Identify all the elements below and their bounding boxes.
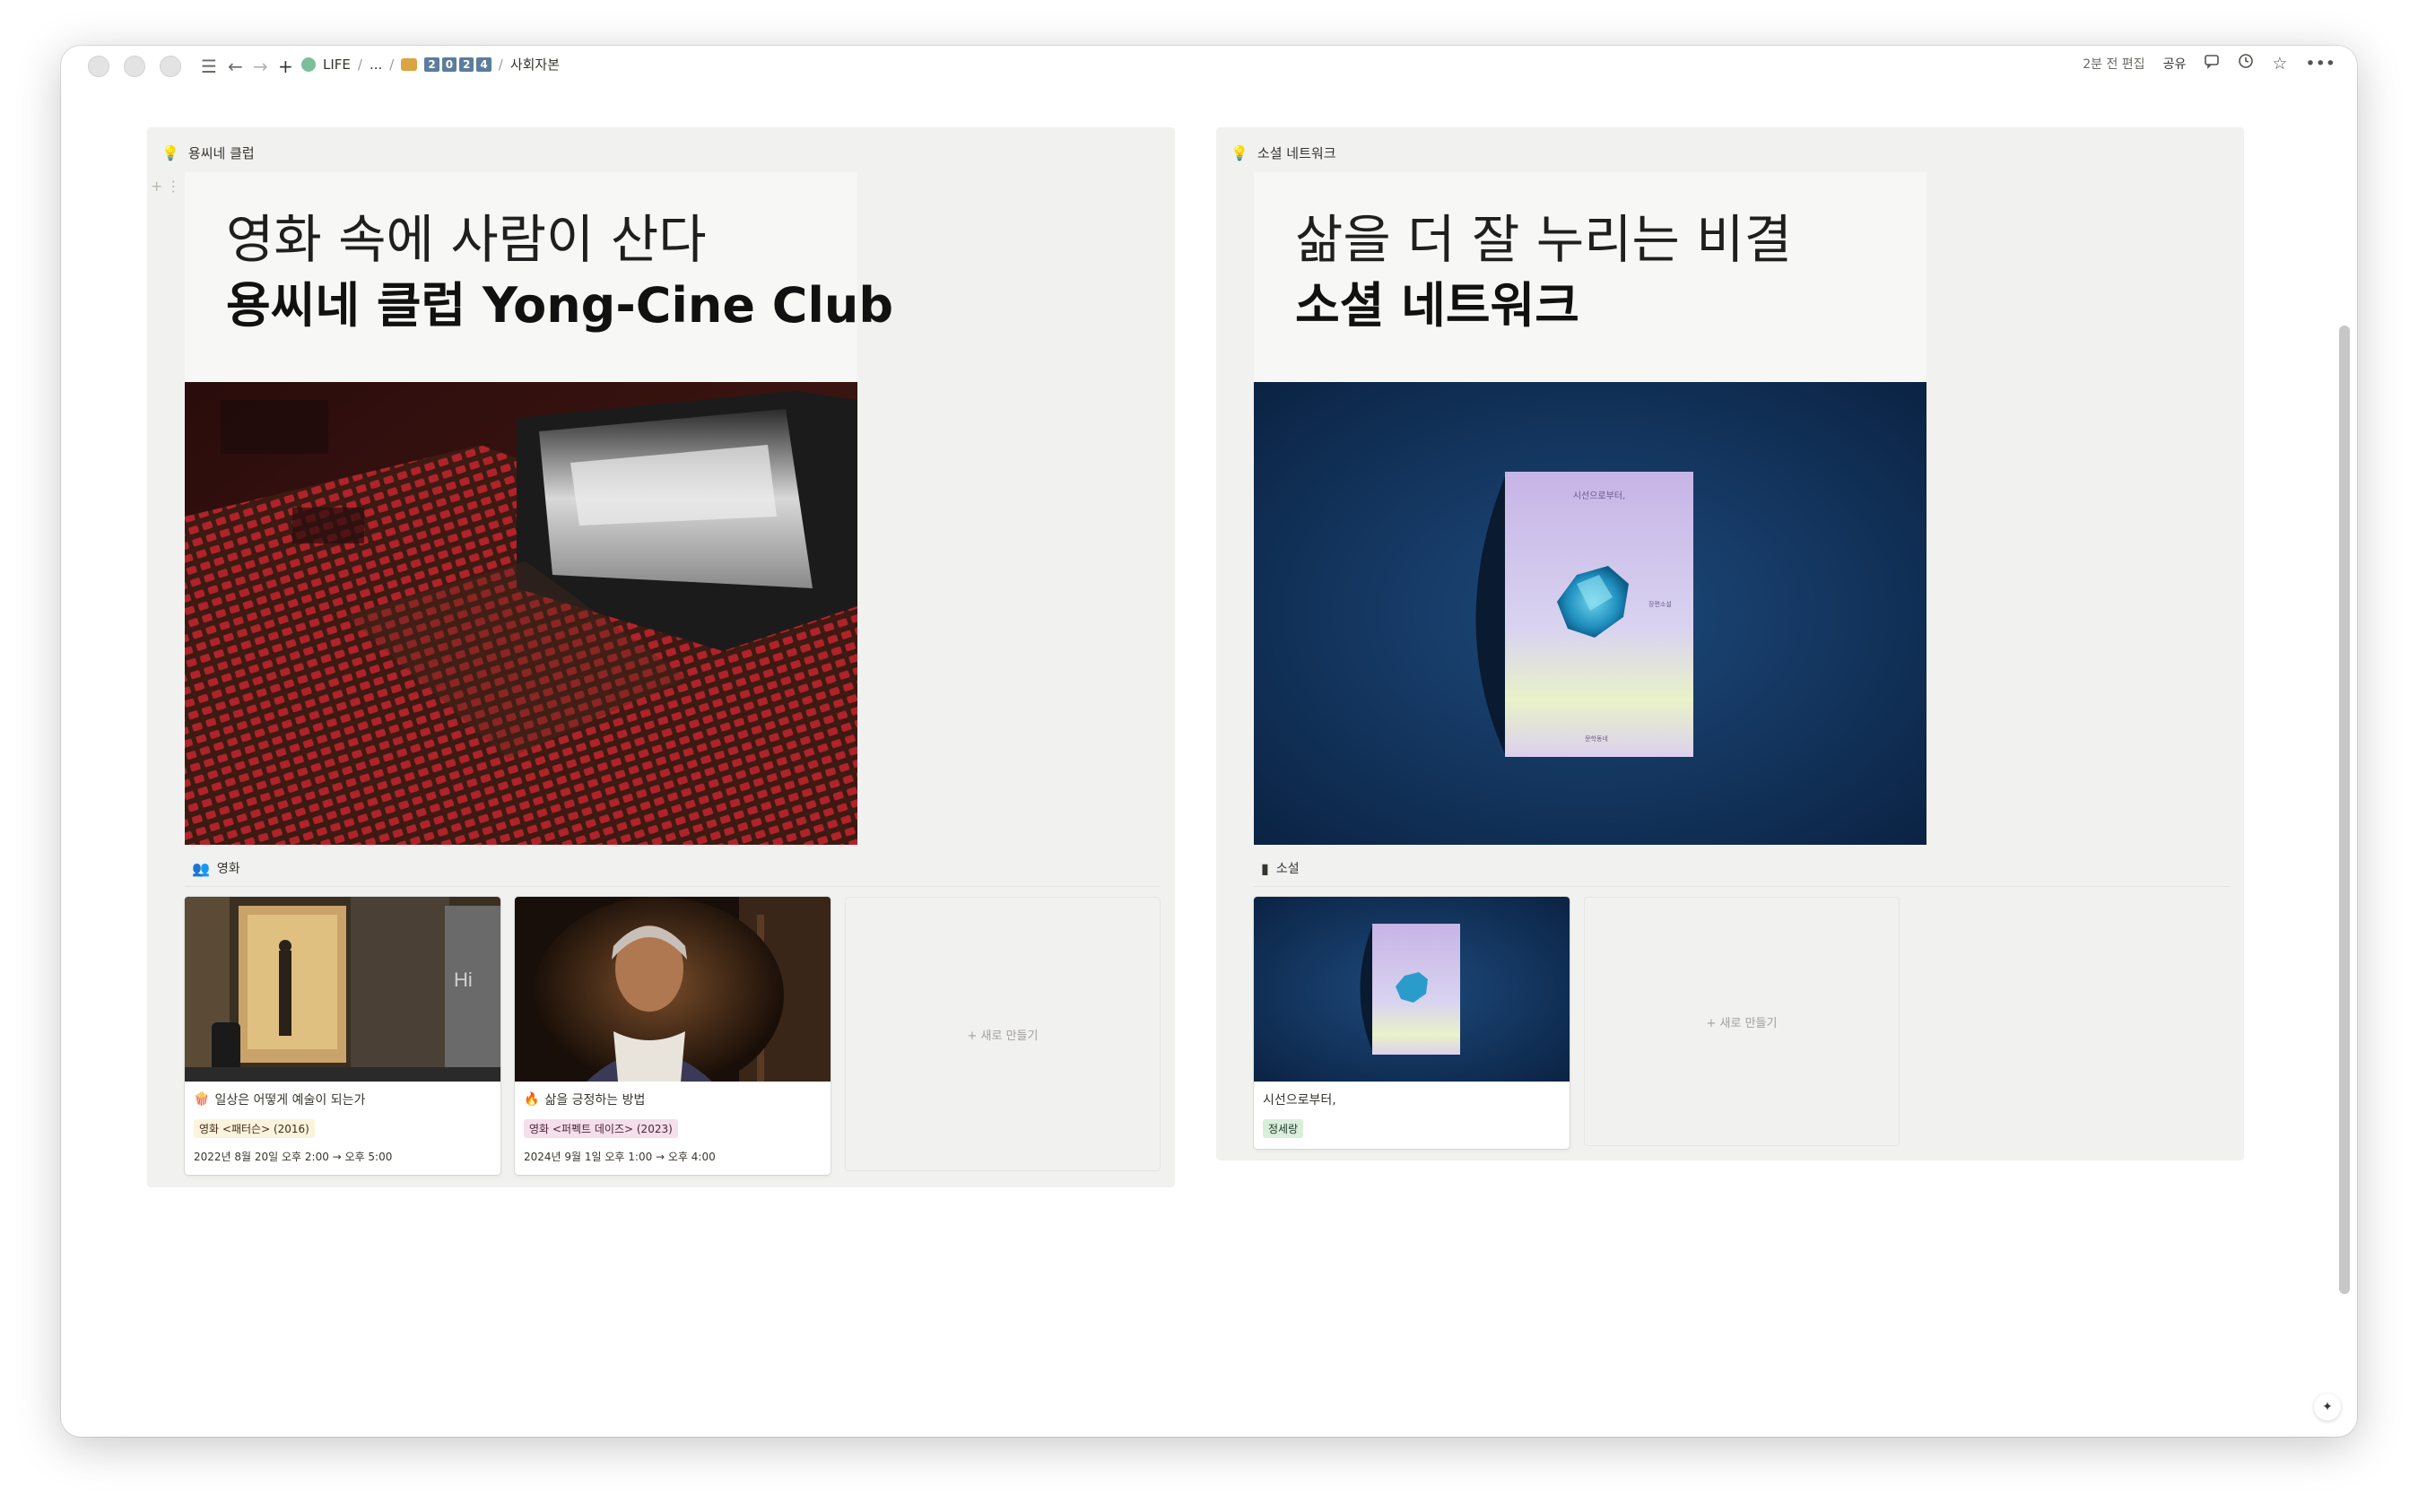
- app-window: ☰ ← → + LIFE / ... / 2 0 2 4 / 사회자본 2분 전…: [61, 46, 2357, 1437]
- breadcrumb-ellipsis[interactable]: ...: [370, 56, 382, 73]
- gallery-view-label[interactable]: ▮ 소설: [1261, 859, 1300, 877]
- more-icon[interactable]: •••: [2305, 54, 2335, 74]
- comment-icon[interactable]: [2204, 53, 2220, 74]
- divider: [1254, 886, 2230, 887]
- bulb-icon: 💡: [161, 144, 179, 161]
- card-title-text: 삶을 긍정하는 방법: [544, 1093, 646, 1108]
- menu-icon[interactable]: ☰: [201, 54, 217, 79]
- breadcrumb-life[interactable]: LIFE: [323, 56, 351, 73]
- book-icon: ▮: [1261, 859, 1269, 877]
- top-bar: ☰ ← → + LIFE / ... / 2 0 2 4 / 사회자본 2분 전…: [61, 46, 2357, 87]
- gallery-card[interactable]: Hi 🍿 일상은 어떻게 예술이 되는가 영화 <패터슨> (2016) 202…: [185, 897, 500, 1175]
- window-close-button[interactable]: [88, 56, 109, 77]
- gallery-view-name: 영화: [216, 862, 240, 876]
- card-cover-image: [1254, 897, 1570, 1082]
- life-page-icon: [301, 56, 316, 72]
- svg-text:문학동네: 문학동네: [1585, 734, 1608, 743]
- gallery-card[interactable]: 🔥 삶을 긍정하는 방법 영화 <퍼펙트 데이즈> (2023) 2024년 9…: [515, 897, 831, 1175]
- card-date: 2024년 9월 1일 오후 1:00 → 오후 4:00: [524, 1151, 716, 1163]
- card-tag: 영화 <퍼펙트 데이즈> (2023): [524, 1119, 678, 1138]
- card-cover-image: Hi: [185, 897, 500, 1082]
- hero-title: 소셜 네트워크: [1295, 277, 1579, 334]
- star-icon[interactable]: ☆: [2272, 54, 2287, 74]
- card-title: 🍿 일상은 어떻게 예술이 되는가: [194, 1091, 491, 1108]
- callout-yong-cine-club: 💡 용씨네 클럽 +⋮⋮ 영화 속에 사람이 산다 용씨네 클럽 Yong-Ci…: [147, 127, 1175, 1187]
- window-minimize-button[interactable]: [124, 56, 145, 77]
- scrollbar[interactable]: [2339, 326, 2350, 1294]
- new-card-button[interactable]: + 새로 만들기: [1584, 897, 1900, 1146]
- sparkle-icon[interactable]: ✦: [2314, 1394, 2341, 1421]
- callout-title-text: 용씨네 클럽: [187, 145, 255, 161]
- share-button[interactable]: 공유: [2163, 55, 2187, 73]
- year-digit: 2: [424, 56, 439, 72]
- forward-arrow-icon[interactable]: →: [253, 54, 268, 79]
- callout-social-network: 💡 소셜 네트워크 삶을 더 잘 누리는 비결 소셜 네트워크 시선으로부터, …: [1216, 127, 2244, 1160]
- top-right-actions: 2분 전 편집 공유 ☆ •••: [2083, 53, 2335, 74]
- breadcrumb-separator: /: [389, 56, 395, 73]
- breadcrumb-2024[interactable]: 2 0 2 4: [424, 56, 491, 72]
- card-title: 시선으로부터,: [1263, 1093, 1336, 1108]
- card-body: 시선으로부터, 정세랑: [1254, 1082, 1570, 1149]
- plus-icon[interactable]: +: [278, 54, 293, 79]
- hero-text-block: 삶을 더 잘 누리는 비결 소셜 네트워크: [1254, 172, 1927, 382]
- card-title-text: 일상은 어떻게 예술이 되는가: [214, 1093, 366, 1108]
- year-digit: 4: [476, 56, 491, 72]
- gallery-view-name: 소설: [1275, 862, 1300, 876]
- breadcrumb-current[interactable]: 사회자본: [510, 55, 560, 74]
- svg-text:Hi: Hi: [454, 969, 473, 991]
- svg-text:시선으로부터,: 시선으로부터,: [1573, 491, 1625, 501]
- year-digit: 2: [459, 56, 474, 72]
- new-card-button[interactable]: + 새로 만들기: [845, 897, 1161, 1171]
- people-icon: 👥: [192, 859, 210, 877]
- bulb-icon: 💡: [1231, 144, 1248, 161]
- card-title: 🔥 삶을 긍정하는 방법: [524, 1091, 822, 1108]
- hero-text-block: 영화 속에 사람이 산다 용씨네 클럽 Yong-Cine Club: [185, 172, 893, 382]
- box-page-icon: [401, 57, 418, 71]
- edited-status: 2분 전 편집: [2083, 56, 2145, 72]
- hero-subtitle: 삶을 더 잘 누리는 비결: [1295, 209, 1792, 270]
- divider: [185, 886, 1161, 887]
- breadcrumb-separator: /: [357, 56, 362, 73]
- card-tag: 영화 <패터슨> (2016): [194, 1119, 315, 1138]
- callout-title: 💡 소셜 네트워크: [1231, 143, 1336, 162]
- book-cover-image: 시선으로부터, 장편소설 문학동네: [1254, 382, 1927, 845]
- back-arrow-icon[interactable]: ←: [228, 54, 243, 79]
- card-body: 🍿 일상은 어떻게 예술이 되는가 영화 <패터슨> (2016) 2022년 …: [185, 1082, 500, 1175]
- breadcrumb: LIFE / ... / 2 0 2 4 / 사회자본: [301, 55, 560, 74]
- hero-title: 용씨네 클럽 Yong-Cine Club: [226, 277, 893, 334]
- gallery-card[interactable]: 시선으로부터, 정세랑: [1254, 897, 1570, 1149]
- breadcrumb-separator: /: [498, 56, 503, 73]
- card-tag: 정세랑: [1263, 1119, 1304, 1138]
- card-cover-image: [515, 897, 831, 1082]
- card-date: 2022년 8월 20일 오후 2:00 → 오후 5:00: [194, 1151, 393, 1163]
- card-body: 🔥 삶을 긍정하는 방법 영화 <퍼펙트 데이즈> (2023) 2024년 9…: [515, 1082, 831, 1175]
- clock-icon[interactable]: [2238, 53, 2254, 74]
- gallery-view-label[interactable]: 👥 영화: [192, 859, 240, 877]
- callout-title: 💡 용씨네 클럽: [161, 143, 255, 162]
- popcorn-icon: 🍿: [194, 1092, 210, 1107]
- year-digit: 0: [441, 56, 457, 72]
- callout-title-text: 소셜 네트워크: [1257, 145, 1336, 161]
- hero-subtitle: 영화 속에 사람이 산다: [226, 209, 707, 270]
- window-zoom-button[interactable]: [160, 56, 181, 77]
- fire-icon: 🔥: [524, 1092, 540, 1107]
- svg-text:장편소설: 장편소설: [1648, 600, 1672, 608]
- theater-image: [185, 382, 857, 845]
